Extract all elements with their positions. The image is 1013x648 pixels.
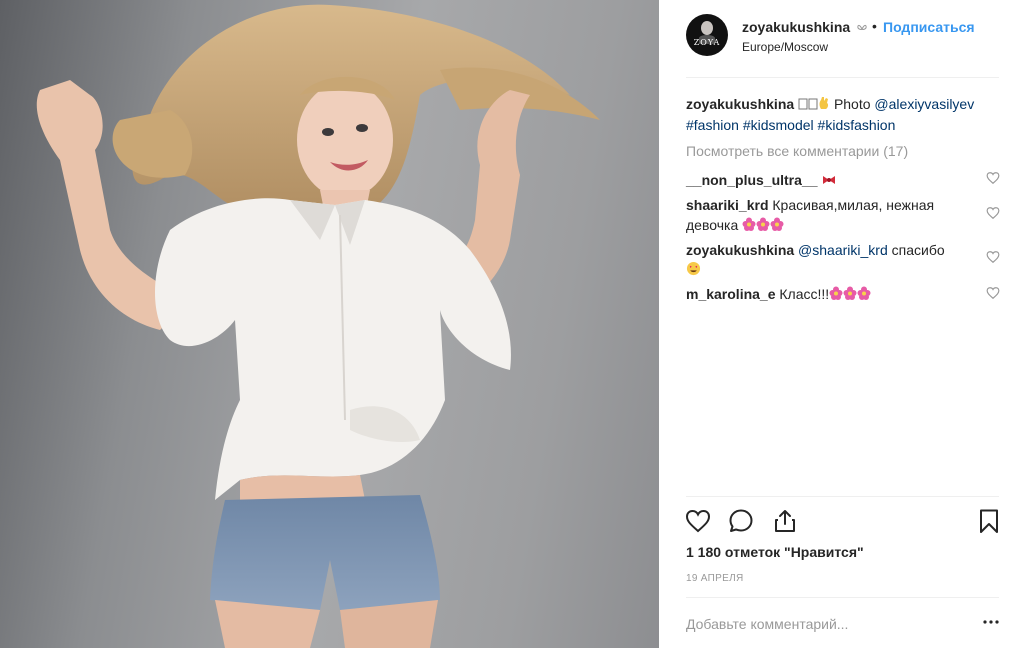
like-comment-heart-icon[interactable]	[986, 206, 1000, 220]
caption-mention-link[interactable]: @alexiyvasilyev	[874, 96, 974, 112]
avatar-logo-text: ZOYA	[693, 38, 721, 47]
view-all-comments-link[interactable]: Посмотреть все комментарии (17)	[686, 143, 908, 159]
hashtag-link[interactable]: #kidsmodel	[743, 117, 814, 133]
flower-icon	[770, 216, 784, 236]
likes-count[interactable]: 1 180 отметок "Нравится"	[686, 544, 864, 560]
bow-icon	[808, 95, 818, 115]
post-date[interactable]: 19 АПРЕЛЯ	[686, 573, 743, 584]
comment-username[interactable]: shaariki_krd	[686, 197, 769, 213]
post-location[interactable]: Europe/Moscow	[742, 40, 828, 54]
bow-icon	[857, 24, 867, 31]
comment-item: shaariki_krd Красивая,милая, нежная дево…	[686, 195, 966, 236]
like-comment-heart-icon[interactable]	[986, 171, 1000, 185]
flower-icon	[756, 216, 770, 236]
follow-button[interactable]: Подписаться	[883, 19, 975, 35]
bow-icon	[821, 171, 837, 191]
flower-icon	[742, 216, 756, 236]
more-options-icon[interactable]	[983, 618, 999, 626]
comment-text: Класс!!!	[779, 286, 830, 302]
post-photo[interactable]	[0, 0, 659, 648]
post-caption: zoyakukushkina Photo @alexiyvasilyev #fa…	[686, 94, 986, 135]
actions-divider	[686, 496, 999, 497]
bookmark-icon[interactable]	[975, 507, 1003, 535]
hashtag-link[interactable]: #fashion	[686, 117, 739, 133]
caption-username[interactable]: zoyakukushkina	[686, 96, 794, 112]
like-comment-heart-icon[interactable]	[986, 250, 1000, 264]
comment-item: zoyakukushkina @shaariki_krd спасибо	[686, 240, 966, 281]
bow-icon	[798, 95, 808, 115]
flower-icon	[843, 285, 857, 305]
hashtag-link[interactable]: #kidsfashion	[818, 117, 896, 133]
like-heart-icon[interactable]	[684, 507, 712, 535]
post-header: ZOYA zoyakukushkina • Подписаться Europe…	[659, 0, 999, 78]
comment-username[interactable]: m_karolina_e	[686, 286, 776, 302]
like-comment-heart-icon[interactable]	[986, 286, 1000, 300]
flower-icon	[857, 285, 871, 305]
header-divider	[686, 77, 999, 78]
comment-item: m_karolina_e Класс!!!	[686, 284, 976, 305]
instagram-post: ZOYA zoyakukushkina • Подписаться Europe…	[0, 0, 1013, 648]
photo-illustration	[36, 4, 600, 648]
comment-mention-link[interactable]: @shaariki_krd	[798, 242, 888, 258]
avatar-portrait-icon	[699, 21, 715, 44]
separator-dot: •	[872, 18, 877, 34]
comment-username[interactable]: __non_plus_ultra__	[686, 172, 818, 188]
comment-text: спасибо	[891, 242, 945, 258]
comment-input-divider	[686, 597, 999, 598]
add-comment-input[interactable]	[686, 612, 956, 636]
post-side-panel: ZOYA zoyakukushkina • Подписаться Europe…	[659, 0, 1013, 648]
caption-prefix: Photo	[833, 96, 871, 112]
comment-bubble-icon[interactable]	[727, 507, 755, 535]
avatar[interactable]: ZOYA	[686, 14, 728, 56]
flower-icon	[829, 285, 843, 305]
share-icon[interactable]	[771, 507, 799, 535]
hand-icon	[818, 95, 830, 115]
comment-username[interactable]: zoyakukushkina	[686, 242, 794, 258]
post-username[interactable]: zoyakukushkina	[742, 19, 850, 35]
smile-heart-eyes-icon	[686, 261, 701, 281]
comment-item: __non_plus_ultra__	[686, 170, 976, 191]
